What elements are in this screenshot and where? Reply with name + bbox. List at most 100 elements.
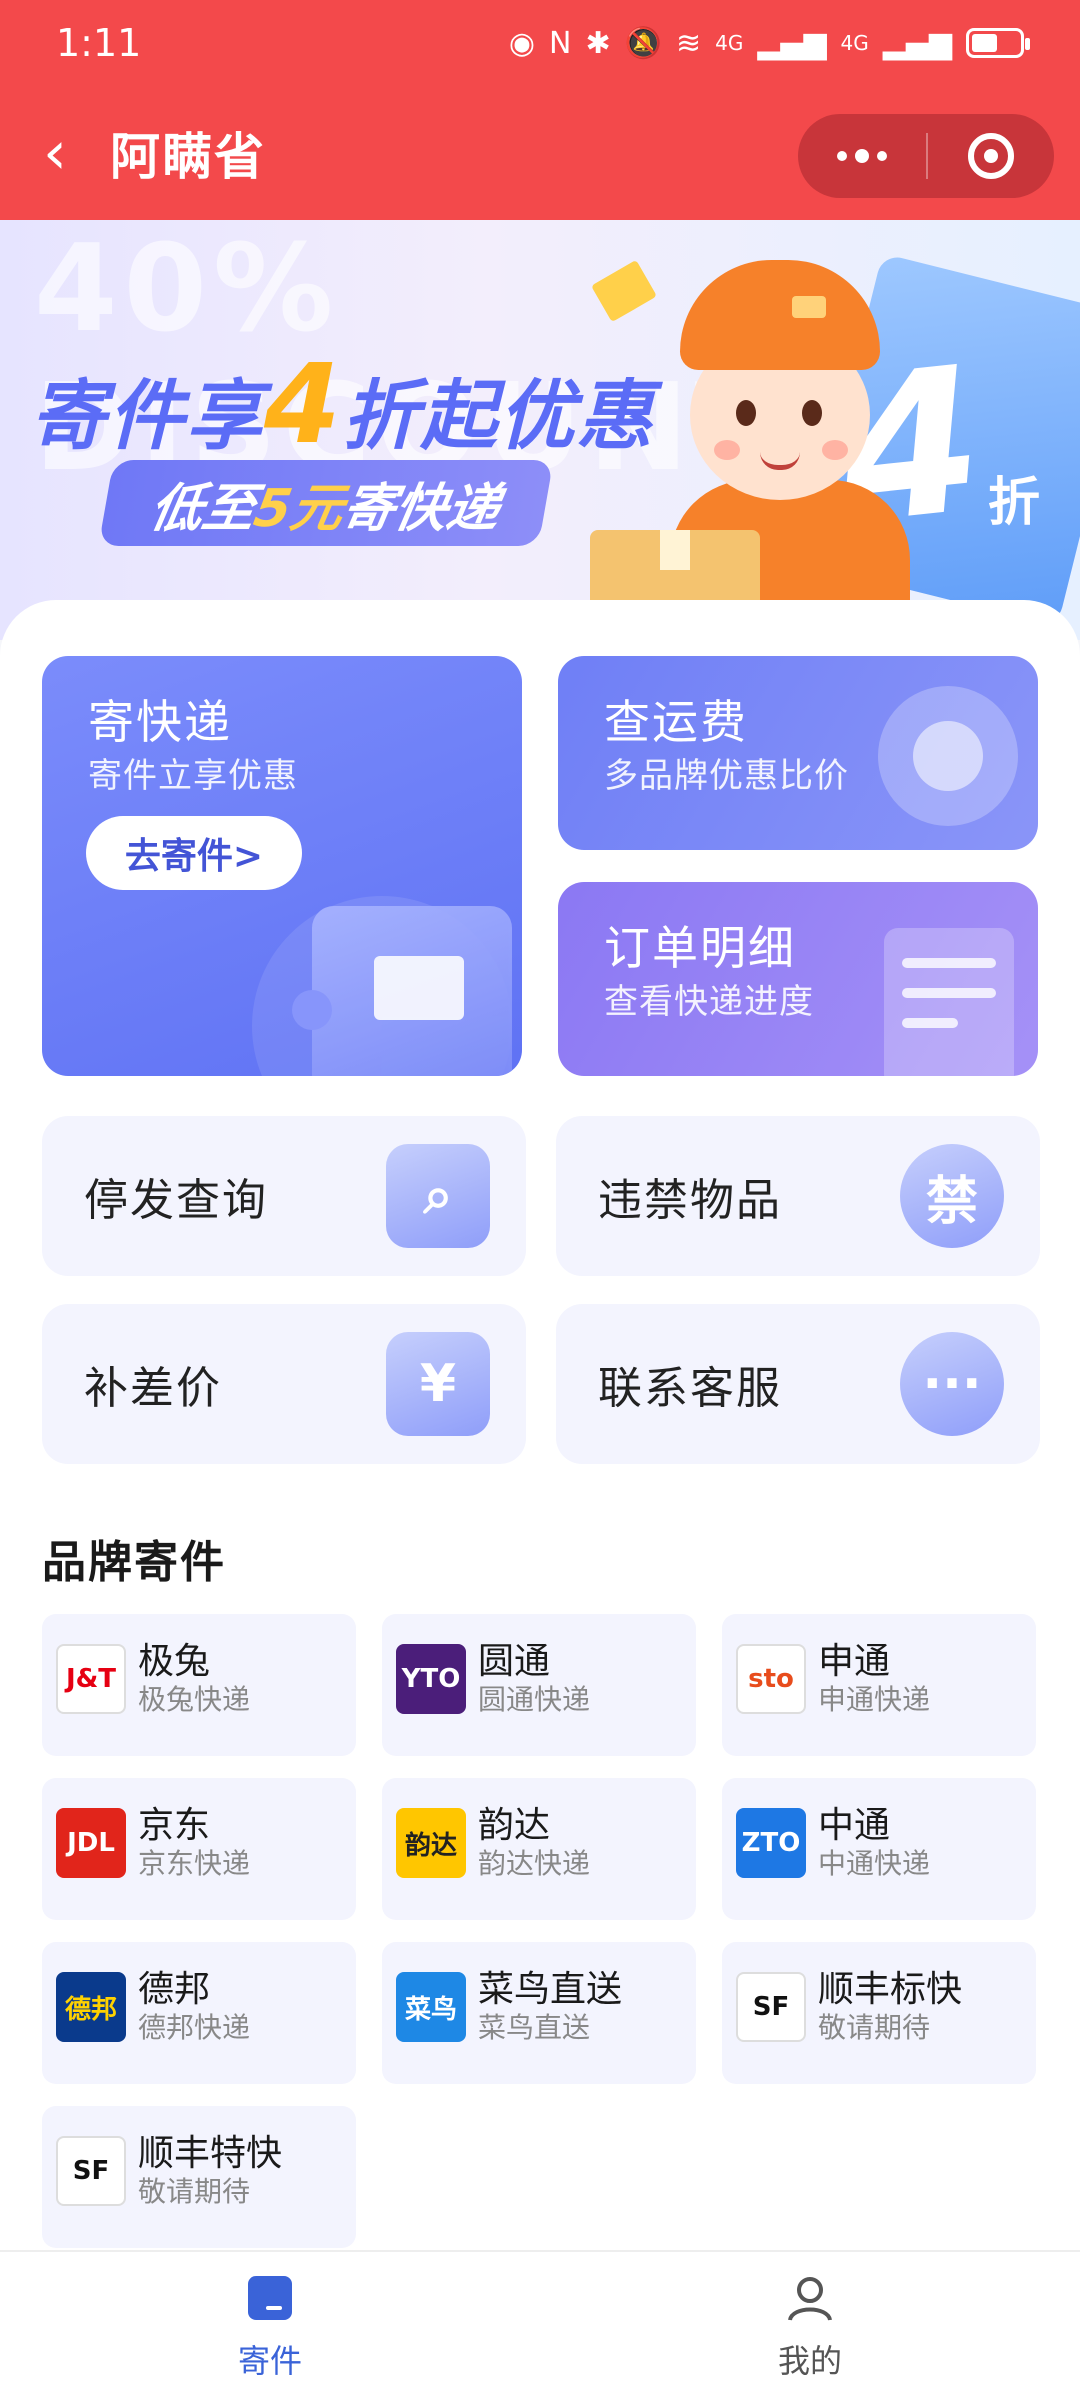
- brand-subtitle: 菜鸟直送: [478, 2011, 591, 2044]
- promo-banner[interactable]: 40% DISCOUNT 4 折 寄件享4折起优惠 低至 5元 寄快递: [0, 220, 1080, 640]
- tile-label: 补差价: [84, 1363, 222, 1414]
- brand-name: 京东: [138, 1805, 211, 1846]
- brand-card[interactable]: JDL 京东 京东快递: [42, 1778, 356, 1920]
- banner-pill-post: 寄快递: [337, 478, 505, 539]
- brand-name: 德邦: [138, 1969, 211, 2010]
- parcel-illustration: [312, 906, 512, 1076]
- signal-icon: ▂▄▆: [757, 25, 827, 61]
- miniapp-capsule: [798, 114, 1054, 198]
- tile-customer-service[interactable]: 联系客服 ···: [556, 1304, 1040, 1464]
- brand-card[interactable]: SF 顺丰标快 敬请期待: [722, 1942, 1036, 2084]
- banner-pill: 低至 5元 寄快递: [98, 460, 554, 546]
- document-icon: [884, 928, 1014, 1076]
- chevron-left-icon[interactable]: ‹: [0, 123, 110, 183]
- brand-logo-icon: ZTO: [736, 1808, 806, 1878]
- header: 1:11 ◉ N ✱ 🔕 ≋ 4G ▂▄▆ 4G ▂▄▆ ‹ 阿瞒省: [0, 0, 1080, 220]
- brand-logo-icon: JDL: [56, 1808, 126, 1878]
- nfc-icon: N: [549, 25, 572, 61]
- orders-card-subtitle: 查看快递进度: [604, 982, 814, 1022]
- coupon-unit: 折: [987, 473, 1040, 533]
- nav-item-send[interactable]: 寄件: [0, 2252, 540, 2400]
- more-dot-icon: [837, 151, 847, 161]
- brand-subtitle: 德邦快递: [138, 2011, 251, 2044]
- brand-logo-icon: YTO: [396, 1644, 466, 1714]
- yuan-icon: ¥: [386, 1332, 490, 1436]
- banner-title-pre: 寄件享: [30, 371, 264, 460]
- brand-subtitle: 京东快递: [138, 1847, 251, 1880]
- tile-stop-query[interactable]: 停发查询 ⌕: [42, 1116, 526, 1276]
- tile-prohibited-items[interactable]: 违禁物品 禁: [556, 1116, 1040, 1276]
- chat-icon: ···: [900, 1332, 1004, 1436]
- brand-name: 顺丰特快: [138, 2133, 283, 2174]
- brand-card[interactable]: 菜鸟 菜鸟直送 菜鸟直送: [382, 1942, 696, 2084]
- brand-subtitle: 韵达快递: [478, 1847, 591, 1880]
- tile-label: 违禁物品: [598, 1175, 782, 1226]
- brand-card[interactable]: ZTO 中通 中通快递: [722, 1778, 1036, 1920]
- check-fee-card[interactable]: 查运费 多品牌优惠比价: [558, 656, 1038, 850]
- close-miniapp-button[interactable]: [928, 133, 1054, 179]
- brand-logo-icon: 德邦: [56, 1972, 126, 2042]
- banner-title-post: 折起优惠: [342, 371, 655, 460]
- brand-card[interactable]: 韵达 韵达 韵达快递: [382, 1778, 696, 1920]
- brand-card[interactable]: SF 顺丰特快 敬请期待: [42, 2106, 356, 2248]
- brand-logo-icon: 菜鸟: [396, 1972, 466, 2042]
- status-bar: 1:11 ◉ N ✱ 🔕 ≋ 4G ▂▄▆ 4G ▂▄▆: [0, 0, 1080, 86]
- mute-icon: 🔕: [624, 25, 662, 61]
- brand-subtitle: 敬请期待: [138, 2175, 251, 2208]
- brand-subtitle: 敬请期待: [818, 2011, 931, 2044]
- page-title: 阿瞒省: [110, 128, 266, 186]
- brand-subtitle: 申通快递: [818, 1683, 931, 1716]
- tile-label: 联系客服: [598, 1363, 782, 1414]
- decor-ball: [292, 990, 332, 1030]
- forbidden-icon: 禁: [900, 1144, 1004, 1248]
- battery-icon: [966, 28, 1030, 58]
- brand-name: 中通: [818, 1805, 891, 1846]
- brand-section-title: 品牌寄件: [42, 1537, 226, 1588]
- banner-title-num: 4: [264, 340, 343, 468]
- status-icons: ◉ N ✱ 🔕 ≋ 4G ▂▄▆ 4G ▂▄▆: [509, 25, 1030, 61]
- brand-logo-icon: SF: [736, 1972, 806, 2042]
- title-bar: ‹ 阿瞒省: [0, 86, 1080, 220]
- brand-logo-icon: sto: [736, 1644, 806, 1714]
- target-icon: [968, 133, 1014, 179]
- wifi-icon: ≋: [675, 25, 702, 61]
- brand-card[interactable]: 德邦 德邦 德邦快递: [42, 1942, 356, 2084]
- brand-logo-icon: J&T: [56, 1644, 126, 1714]
- tile-pay-difference[interactable]: 补差价 ¥: [42, 1304, 526, 1464]
- brand-logo-icon: SF: [56, 2136, 126, 2206]
- more-dot-icon: [855, 149, 869, 163]
- go-send-button[interactable]: 去寄件>: [86, 816, 302, 890]
- status-time: 1:11: [56, 21, 142, 65]
- brand-subtitle: 圆通快递: [478, 1683, 591, 1716]
- more-dot-icon: [877, 151, 887, 161]
- orders-card-title: 订单明细: [604, 921, 796, 975]
- network-type-2: 4G: [840, 31, 869, 55]
- nav-label-send: 寄件: [237, 2342, 302, 2380]
- brand-name: 顺丰标快: [818, 1969, 963, 2010]
- bluetooth-icon: ✱: [585, 25, 611, 61]
- user-icon: [788, 2277, 832, 2321]
- banner-pill-num: 5元: [249, 478, 349, 539]
- search-box-icon: ⌕: [386, 1144, 490, 1248]
- brand-card[interactable]: J&T 极兔 极兔快递: [42, 1614, 356, 1756]
- fee-card-subtitle: 多品牌优惠比价: [604, 756, 849, 796]
- nav-label-mine: 我的: [777, 2342, 842, 2380]
- send-express-card[interactable]: 寄快递 寄件立享优惠 去寄件>: [42, 656, 522, 1076]
- more-button[interactable]: [798, 114, 926, 198]
- nav-item-mine[interactable]: 我的: [540, 2252, 1080, 2400]
- send-card-title: 寄快递: [88, 695, 232, 749]
- signal-icon-2: ▂▄▆: [882, 25, 952, 61]
- brand-name: 圆通: [478, 1641, 551, 1682]
- banner-pill-pre: 低至: [145, 478, 261, 539]
- brand-card[interactable]: YTO 圆通 圆通快递: [382, 1614, 696, 1756]
- banner-title: 寄件享4折起优惠: [30, 340, 655, 468]
- bottom-nav: 寄件 我的: [0, 2250, 1080, 2400]
- brand-card[interactable]: sto 申通 申通快递: [722, 1614, 1036, 1756]
- tile-label: 停发查询: [84, 1175, 268, 1226]
- brand-subtitle: 中通快递: [818, 1847, 931, 1880]
- order-detail-card[interactable]: 订单明细 查看快递进度: [558, 882, 1038, 1076]
- brand-name: 菜鸟直送: [478, 1969, 623, 2010]
- fee-card-title: 查运费: [604, 695, 748, 749]
- brand-logo-icon: 韵达: [396, 1808, 466, 1878]
- brand-name: 申通: [818, 1641, 891, 1682]
